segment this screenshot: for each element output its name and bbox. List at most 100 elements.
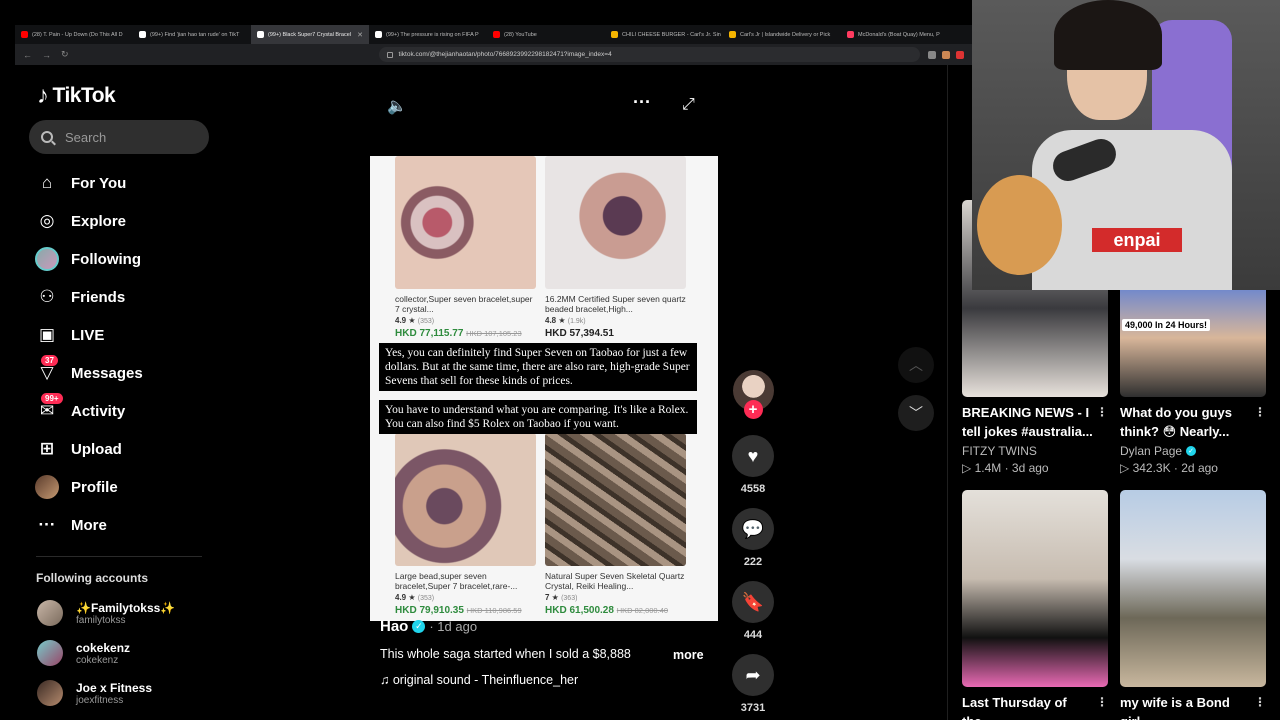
more-options-icon[interactable]: ⋮ xyxy=(1254,403,1266,422)
video-author[interactable]: Dylan Page ✓ xyxy=(1120,444,1266,458)
tab-favicon-icon xyxy=(139,31,146,38)
product-rating: 4.9 ★ (353) xyxy=(395,316,536,325)
url-text: tiktok.com/@thejianhaotan/photo/76689239… xyxy=(398,51,612,58)
product-price: HKD 57,394.51 xyxy=(545,328,686,339)
sidebar-item-live[interactable]: ▣ LIVE xyxy=(35,316,143,354)
video-thumbnail[interactable] xyxy=(962,490,1108,687)
recommended-video-card[interactable]: Last Thursday of the... ⋮ xyxy=(962,490,1108,720)
video-title-text: my wife is a Bond girl... xyxy=(1120,695,1230,720)
sidebar-item-label: Upload xyxy=(71,440,122,458)
search-input[interactable]: Search xyxy=(29,120,209,154)
like-button[interactable]: ♥ xyxy=(732,435,774,477)
sidebar-item-more[interactable]: ··· More xyxy=(35,506,143,544)
site-info-icon[interactable] xyxy=(386,51,393,58)
sidebar-item-upload[interactable]: ⊞ Upload xyxy=(35,430,143,468)
more-options-icon[interactable]: ··· xyxy=(633,92,651,113)
more-options-icon[interactable]: ⋮ xyxy=(1096,693,1108,712)
streamer-hair xyxy=(1054,0,1162,70)
product-price: HKD 61,500.28 HKD 82,000.40 xyxy=(545,605,686,616)
zoom-icon[interactable] xyxy=(928,50,936,59)
video-stats: ▷ 342.3K · 2d ago xyxy=(1120,461,1218,475)
browser-tab[interactable]: McDonald's (Boat Quay) Menu, P xyxy=(841,25,959,44)
nav-icon-wrap xyxy=(35,247,59,271)
sidebar-item-friends[interactable]: ⚇ Friends xyxy=(35,278,143,316)
browser-tab[interactable]: (28) T. Pain - Up Down (Do This All D xyxy=(15,25,133,44)
video-title[interactable]: my wife is a Bond girl... ⋮ xyxy=(1120,693,1266,720)
more-button[interactable]: more xyxy=(673,648,704,662)
back-icon[interactable]: ← xyxy=(23,50,32,60)
extension-icon[interactable] xyxy=(956,50,964,59)
product-rating: 7 ★ (363) xyxy=(545,593,686,602)
creator-avatar[interactable]: + xyxy=(732,370,774,419)
nav-icon-wrap: ⌂ xyxy=(35,171,59,195)
tiktok-logo[interactable]: ♪ TikTok xyxy=(37,82,116,110)
sidebar-item-following[interactable]: Following xyxy=(35,240,143,278)
video-author[interactable]: FITZY TWINS xyxy=(962,444,1108,458)
sound-link[interactable]: ♫ original sound - Theinfluence_her xyxy=(380,673,578,687)
sidebar-item-messages[interactable]: ▽ 37 Messages xyxy=(35,354,143,392)
product-title: collector,Super seven bracelet,super 7 c… xyxy=(395,294,533,314)
more-options-icon[interactable]: ⋮ xyxy=(1254,693,1266,712)
reload-icon[interactable]: ↻ xyxy=(61,49,69,60)
thumbnail-caption: 49,000 In 24 Hours! xyxy=(1122,319,1211,331)
forward-icon[interactable]: → xyxy=(42,50,51,60)
upload-icon: ⊞ xyxy=(39,439,55,458)
video-stats: ▷ 1.4M · 3d ago xyxy=(962,461,1049,475)
review-count: (353) xyxy=(417,318,435,325)
extension-icon[interactable] xyxy=(942,50,950,59)
product-title: Natural Super Seven Skeletal Quartz Crys… xyxy=(545,571,685,591)
tab-title: (99+) Find 'jian hao tan rude' on TikT xyxy=(150,31,240,38)
share-button[interactable]: ➦ xyxy=(732,654,774,696)
following-account[interactable]: cokekenz cokekenz xyxy=(37,640,130,666)
previous-post-button[interactable]: ︿ xyxy=(898,347,934,383)
browser-tab[interactable]: CHILI CHEESE BURGER - Carl's Jr. Sin xyxy=(605,25,723,44)
browser-tab[interactable]: (99+) The pressure is rising on FIFA P xyxy=(369,25,487,44)
comment-button[interactable]: 💬 xyxy=(732,508,774,550)
rating-value: 4.9 ★ xyxy=(395,316,416,325)
sidebar-item-profile[interactable]: Profile xyxy=(35,468,143,506)
sidebar-item-activity[interactable]: ✉ 99+ Activity xyxy=(35,392,143,430)
sidebar-item-explore[interactable]: ◎ Explore xyxy=(35,202,143,240)
account-name: cokekenz xyxy=(76,640,131,655)
save-count: 444 xyxy=(743,629,763,641)
tab-favicon-icon xyxy=(21,31,28,38)
tab-title: (28) YouTube xyxy=(504,31,537,38)
browser-tab[interactable]: (28) YouTube xyxy=(487,25,605,44)
tab-title: CHILI CHEESE BURGER - Carl's Jr. Sin xyxy=(622,31,721,38)
product-price: HKD 77,115.77 HKD 107,105.23 xyxy=(395,328,536,339)
video-thumbnail[interactable] xyxy=(1120,490,1266,687)
video-title[interactable]: BREAKING NEWS - I tell jokes #australia.… xyxy=(962,403,1108,441)
photo-post[interactable]: collector,Super seven bracelet,super 7 c… xyxy=(370,156,718,621)
fullscreen-icon[interactable]: ⤢ xyxy=(682,96,695,114)
following-account[interactable]: Joe x Fitness joexfitness xyxy=(37,680,152,706)
live-icon: ▣ xyxy=(38,325,56,344)
volume-icon[interactable]: 🔈 xyxy=(387,96,407,116)
friends-icon: ⚇ xyxy=(39,287,55,306)
recommended-video-card[interactable]: my wife is a Bond girl... ⋮ xyxy=(1120,490,1266,720)
product-rating: 4.8 ★ (1.9k) xyxy=(545,316,686,325)
save-button[interactable]: 🔖 xyxy=(732,581,774,623)
browser-tab[interactable]: Carl's Jr | Islandwide Delivery or Pick xyxy=(723,25,841,44)
post-description: This whole saga started when I sold a $8… xyxy=(380,647,631,661)
address-bar-row: ← → ↻ tiktok.com/@thejianhaotan/photo/76… xyxy=(15,44,972,65)
sidebar-divider xyxy=(36,556,202,557)
video-title-text: Last Thursday of the... xyxy=(962,695,1067,720)
following-account[interactable]: ✨Familytokss✨ familytokss xyxy=(37,600,175,626)
old-price: HKD 107,105.23 xyxy=(466,329,522,338)
close-tab-icon[interactable]: ✕ xyxy=(357,31,363,39)
url-field[interactable]: tiktok.com/@thejianhaotan/photo/76689239… xyxy=(378,47,920,62)
more-options-icon[interactable]: ⋮ xyxy=(1096,403,1108,422)
browser-tab[interactable]: (99+) Find 'jian hao tan rude' on TikT xyxy=(133,25,251,44)
tab-title: (99+) The pressure is rising on FIFA P xyxy=(386,31,479,38)
sidebar-item-label: Explore xyxy=(71,212,127,230)
video-title[interactable]: Last Thursday of the... ⋮ xyxy=(962,693,1108,720)
avatar xyxy=(37,680,63,706)
sidebar-item-for-you[interactable]: ⌂ For You xyxy=(35,164,143,202)
post-author[interactable]: Hao ✓ · 1d ago xyxy=(380,618,477,635)
video-title[interactable]: What do you guys think? 😳 Nearly... ⋮ xyxy=(1120,403,1266,441)
next-post-button[interactable]: ﹀ xyxy=(898,395,934,431)
activity-icon: ✉ xyxy=(39,401,55,420)
follow-plus-icon[interactable]: + xyxy=(743,400,763,419)
product-image xyxy=(395,433,536,566)
browser-tab[interactable]: (99+) Black Super7 Crystal Bracel ✕ xyxy=(251,25,369,44)
